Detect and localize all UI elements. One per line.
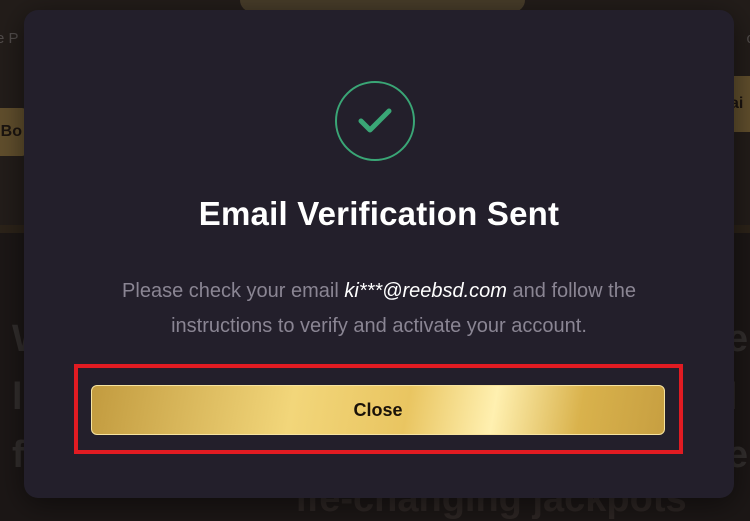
success-icon-circle — [335, 81, 415, 161]
modal-message: Please check your email ki***@reebsd.com… — [94, 274, 664, 344]
close-button[interactable]: Close — [91, 385, 665, 435]
app-viewport: e P c Bo ai Wlf ele ife-changing jackpot… — [0, 0, 750, 521]
checkmark-icon — [358, 108, 392, 133]
email-verification-modal: Email Verification Sent Please check you… — [24, 10, 734, 498]
modal-title: Email Verification Sent — [198, 195, 560, 232]
masked-email: ki***@reebsd.com — [344, 280, 507, 302]
message-text-before: Please check your email — [122, 280, 345, 302]
